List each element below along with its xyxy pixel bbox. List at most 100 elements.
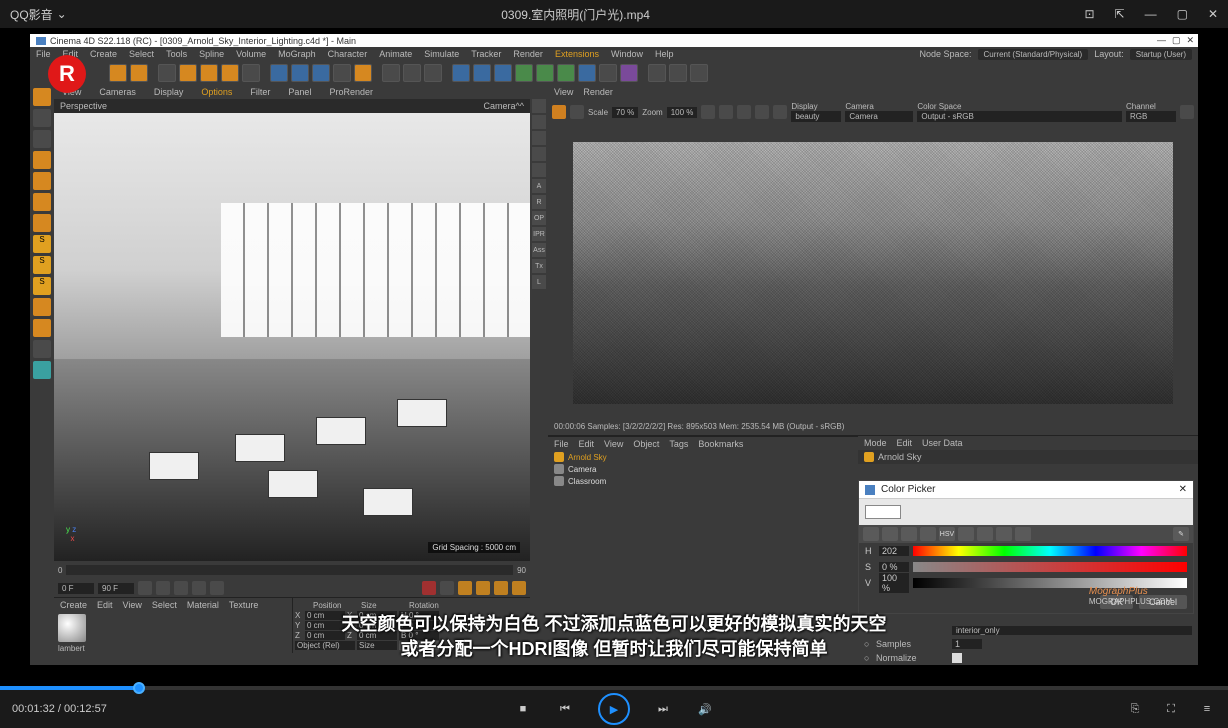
menu-file[interactable]: File <box>36 49 51 59</box>
tc-prev[interactable] <box>156 581 170 595</box>
menu-create[interactable]: Create <box>90 49 117 59</box>
coord-y-size[interactable]: 0 cm <box>357 621 397 630</box>
menu-help[interactable]: Help <box>655 49 674 59</box>
rside-5[interactable] <box>532 163 546 177</box>
ltool-4[interactable] <box>33 151 51 169</box>
open-button[interactable]: ⎘ <box>1126 700 1144 718</box>
stop-button[interactable]: ■ <box>514 700 532 718</box>
progress-handle[interactable] <box>133 682 145 694</box>
render-play-button[interactable] <box>552 105 566 119</box>
tool-pen[interactable] <box>473 64 491 82</box>
tool-camera[interactable] <box>578 64 596 82</box>
ltool-s1[interactable]: S <box>33 235 51 253</box>
player-app-name[interactable]: QQ影音 ⌄ <box>10 6 67 23</box>
tool-redo[interactable] <box>130 64 148 82</box>
minimize-icon[interactable]: — <box>1145 7 1157 21</box>
coord-size-mode[interactable]: Size <box>357 641 397 650</box>
attr-samples-value[interactable]: 1 <box>952 639 982 649</box>
render-opt4[interactable] <box>755 105 769 119</box>
menu-render[interactable]: Render <box>513 49 543 59</box>
attr-normalize-check[interactable] <box>952 653 962 663</box>
menu-animate[interactable]: Animate <box>379 49 412 59</box>
vp-tab-cameras[interactable]: Cameras <box>95 87 140 97</box>
mat-menu-edit[interactable]: Edit <box>97 600 113 610</box>
mat-menu-material[interactable]: Material <box>187 600 219 610</box>
tool-z-axis[interactable] <box>312 64 330 82</box>
tool-recent[interactable] <box>242 64 260 82</box>
vp-tab-display[interactable]: Display <box>150 87 188 97</box>
menu-character[interactable]: Character <box>328 49 368 59</box>
scale-value[interactable]: 70 % <box>612 107 638 118</box>
material-thumb[interactable] <box>58 614 86 642</box>
om-menu-view[interactable]: View <box>604 439 623 449</box>
menu-simulate[interactable]: Simulate <box>424 49 459 59</box>
tool-environment[interactable] <box>557 64 575 82</box>
ltool-11[interactable] <box>33 361 51 379</box>
ltool-9[interactable] <box>33 319 51 337</box>
maximize-icon[interactable]: ▢ <box>1177 7 1188 21</box>
tc-rec[interactable] <box>422 581 436 595</box>
tool-move[interactable] <box>179 64 197 82</box>
tool-render2[interactable] <box>403 64 421 82</box>
menu-select[interactable]: Select <box>129 49 154 59</box>
menu-window[interactable]: Window <box>611 49 643 59</box>
rside-Ass[interactable]: Ass <box>532 243 546 257</box>
coord-z-pos[interactable]: 0 cm <box>305 631 345 640</box>
cp-s-value[interactable]: 0 % <box>879 562 909 572</box>
render-opt2[interactable] <box>719 105 733 119</box>
render-tab-render[interactable]: Render <box>583 87 613 97</box>
render-cam-icon[interactable] <box>1180 105 1194 119</box>
volume-button[interactable]: 🔊 <box>696 700 714 718</box>
viewport-3d[interactable]: y z x Grid Spacing : 5000 cm <box>54 113 530 561</box>
pip-icon[interactable]: ⊡ <box>1084 7 1094 21</box>
rside-2[interactable] <box>532 115 546 129</box>
close-icon[interactable]: ✕ <box>1208 7 1218 21</box>
om-menu-bookmarks[interactable]: Bookmarks <box>698 439 743 449</box>
vp-tab-options[interactable]: Options <box>197 87 236 97</box>
tool-bulb[interactable] <box>690 64 708 82</box>
menu-extensions[interactable]: Extensions <box>555 49 599 59</box>
tool-render-settings[interactable] <box>424 64 442 82</box>
tool-generator[interactable] <box>515 64 533 82</box>
rside-R[interactable]: R <box>532 195 546 209</box>
rside-Tx[interactable]: Tx <box>532 259 546 273</box>
tool-rotate[interactable] <box>221 64 239 82</box>
ltool-1[interactable] <box>33 88 51 106</box>
tool-misc[interactable] <box>669 64 687 82</box>
om-menu-file[interactable]: File <box>554 439 569 449</box>
c4d-maximize-icon[interactable]: ▢ <box>1172 35 1181 46</box>
c4d-minimize-icon[interactable]: — <box>1157 35 1166 46</box>
timeline-start[interactable]: 0 F <box>58 583 94 594</box>
eyedropper-icon[interactable]: ✎ <box>1173 527 1189 541</box>
tc-a[interactable] <box>458 581 472 595</box>
vp-tab-filter[interactable]: Filter <box>246 87 274 97</box>
object-classroom[interactable]: Classroom <box>548 475 858 487</box>
cp-v-value[interactable]: 100 % <box>879 573 909 593</box>
tool-coord[interactable] <box>333 64 351 82</box>
ltool-s3[interactable]: S <box>33 277 51 295</box>
tool-coord2[interactable] <box>354 64 372 82</box>
tc-c[interactable] <box>494 581 508 595</box>
cp-s-slider[interactable] <box>913 562 1187 572</box>
render-opt3[interactable] <box>737 105 751 119</box>
object-arnold-sky[interactable]: Arnold Sky <box>548 451 858 463</box>
node-space-select[interactable]: Current (Standard/Physical) <box>978 49 1089 60</box>
attr-menu-mode[interactable]: Mode <box>864 438 887 448</box>
cp-tool-7[interactable] <box>996 527 1012 541</box>
rside-4[interactable] <box>532 147 546 161</box>
render-view[interactable] <box>548 125 1198 421</box>
vp-tab-panel[interactable]: Panel <box>284 87 315 97</box>
coord-mode[interactable]: Object (Rel) <box>295 641 355 650</box>
mat-menu-create[interactable]: Create <box>60 600 87 610</box>
tool-light[interactable] <box>599 64 617 82</box>
attr-menu-edit[interactable]: Edit <box>897 438 913 448</box>
timeline-end[interactable]: 90 F <box>98 583 134 594</box>
cp-h-value[interactable]: 202 <box>879 546 909 556</box>
cp-tool-2[interactable] <box>882 527 898 541</box>
cp-tool-1[interactable] <box>863 527 879 541</box>
tc-d[interactable] <box>512 581 526 595</box>
menu-tracker[interactable]: Tracker <box>471 49 501 59</box>
mat-menu-view[interactable]: View <box>123 600 142 610</box>
tc-b[interactable] <box>476 581 490 595</box>
menu-spline[interactable]: Spline <box>199 49 224 59</box>
